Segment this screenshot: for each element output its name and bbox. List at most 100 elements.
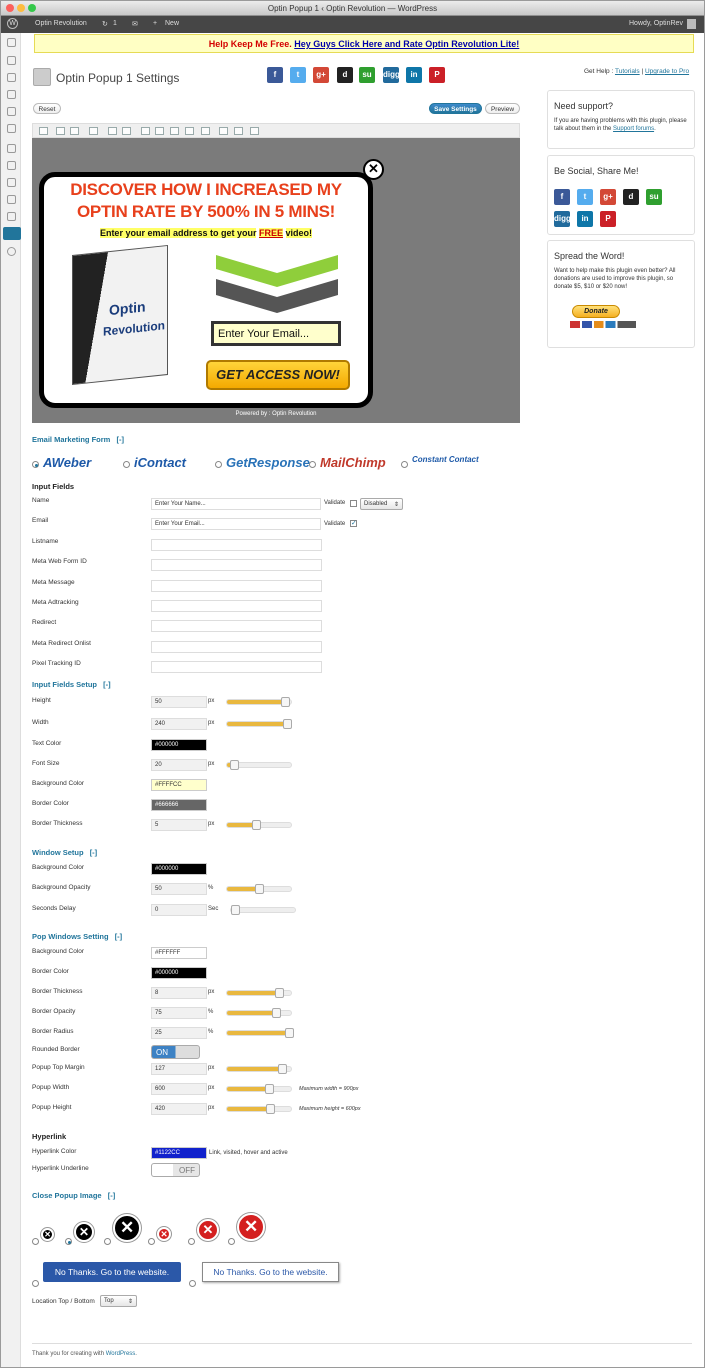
appearance-icon[interactable] [7, 144, 16, 153]
slider-handle[interactable] [266, 1104, 276, 1114]
field-input-0[interactable]: Enter Your Name... [151, 498, 321, 510]
field-input-4[interactable] [151, 579, 322, 592]
pwidth-slider[interactable] [226, 1084, 292, 1094]
border-thickness-input[interactable]: 5 [151, 819, 207, 831]
comments-menu-icon[interactable] [7, 124, 16, 133]
slider-handle[interactable] [278, 1064, 288, 1074]
redo-icon[interactable] [234, 127, 243, 135]
slider-handle[interactable] [281, 697, 291, 707]
width-input[interactable]: 240 [151, 718, 207, 730]
close-image-option-1-icon[interactable]: ✕ [74, 1222, 94, 1242]
google-plus-share-icon[interactable]: g+ [313, 67, 329, 83]
linkedin-sidebar-icon[interactable]: in [577, 211, 593, 227]
twitter-share-icon[interactable]: t [290, 67, 306, 83]
provider-radio-0[interactable] [32, 461, 39, 468]
nothanks-style-1-radio[interactable] [32, 1280, 39, 1287]
nothanks-style-1-button[interactable]: No Thanks. Go to the website. [43, 1262, 181, 1282]
window-setup-toggle[interactable]: [-] [90, 848, 98, 857]
slider-handle[interactable] [251, 820, 261, 830]
slider-handle[interactable] [229, 760, 239, 770]
pages-icon[interactable] [7, 107, 16, 116]
align-right-icon[interactable] [201, 127, 210, 135]
close-image-option-3-icon[interactable]: ✕ [157, 1227, 171, 1241]
donate-button[interactable]: Donate [572, 305, 620, 318]
border-color-input[interactable]: #666666 [151, 799, 207, 811]
field-input-1[interactable]: Enter Your Email... [151, 518, 321, 531]
settings-icon[interactable] [7, 212, 16, 221]
provider-logo-4[interactable]: Constant Contact [412, 455, 492, 464]
undo-icon[interactable] [219, 127, 228, 135]
close-image-radio-5[interactable] [228, 1238, 235, 1245]
email-marketing-toggle[interactable]: [-] [116, 435, 124, 444]
bring-front-icon[interactable] [56, 127, 65, 135]
close-image-option-0-icon[interactable]: ✕ [41, 1228, 54, 1241]
margin-input[interactable]: 127 [151, 1063, 207, 1075]
location-select[interactable]: Top ⇕ [100, 1295, 137, 1307]
provider-radio-3[interactable] [309, 461, 316, 468]
name-validate-checkbox[interactable] [350, 500, 357, 507]
win-delay-input[interactable]: 0 [151, 904, 207, 916]
align-center-icon[interactable] [155, 127, 164, 135]
slider-handle[interactable] [264, 1084, 274, 1094]
text-color-input[interactable]: #000000 [151, 739, 207, 751]
pinterest-sidebar-icon[interactable]: P [600, 211, 616, 227]
field-input-8[interactable] [151, 661, 322, 674]
close-image-radio-1[interactable] [65, 1238, 72, 1245]
posts-icon[interactable] [7, 56, 16, 65]
align-left-icon[interactable] [141, 127, 150, 135]
close-image-radio-0[interactable] [32, 1238, 39, 1245]
pheight-slider[interactable] [226, 1104, 292, 1114]
slider-handle[interactable] [271, 1008, 281, 1018]
arrow-graphic[interactable] [216, 255, 338, 315]
name-status-select[interactable]: Disabled ⇕ [360, 498, 403, 510]
slider-handle[interactable] [274, 988, 284, 998]
win-opacity-slider[interactable] [226, 884, 292, 894]
popup-headline-2[interactable]: OPTIN RATE BY 500% IN 5 MINS! [44, 202, 368, 222]
height-input[interactable]: 50 [151, 696, 207, 708]
popup-email-input[interactable]: Enter Your Email... [211, 321, 341, 346]
stumbleupon-share-icon[interactable]: su [359, 67, 375, 83]
provider-logo-1[interactable]: iContact [134, 455, 214, 470]
avatar[interactable] [687, 19, 696, 29]
field-input-5[interactable] [151, 600, 322, 612]
digg-share-icon[interactable]: digg [383, 67, 400, 83]
hyperlink-color-input[interactable]: #1122CC [151, 1147, 207, 1159]
input-fields-setup-toggle[interactable]: [-] [103, 680, 111, 689]
win-bg-input[interactable]: #000000 [151, 863, 207, 875]
distribute-v-icon[interactable] [122, 127, 131, 135]
rounded-border-toggle[interactable]: ON [151, 1045, 200, 1059]
provider-logo-0[interactable]: AWeber [43, 455, 123, 470]
slider-handle[interactable] [284, 1028, 294, 1038]
pheight-input[interactable]: 420 [151, 1103, 207, 1115]
support-forums-link[interactable]: Support forums [613, 126, 654, 132]
site-name-link[interactable]: Optin Revolution [35, 20, 87, 27]
twitter-sidebar-icon[interactable]: t [577, 189, 593, 205]
optin-revolution-menu-icon[interactable] [3, 227, 21, 240]
provider-radio-4[interactable] [401, 461, 408, 468]
rate-plugin-link[interactable]: Hey Guys Click Here and Rate Optin Revol… [294, 39, 519, 49]
align-tool-icon[interactable] [39, 127, 48, 135]
align-middle-icon[interactable] [185, 127, 194, 135]
plugins-icon[interactable] [7, 161, 16, 170]
updates-icon[interactable]: ↻ [102, 20, 108, 28]
image-tool-icon[interactable] [89, 127, 98, 135]
nothanks-style-2-radio[interactable] [189, 1280, 196, 1287]
bg-color-input[interactable]: #FFFFCC [151, 779, 207, 791]
close-image-radio-2[interactable] [104, 1238, 111, 1245]
send-back-icon[interactable] [70, 127, 79, 135]
google-plus-sidebar-icon[interactable]: g+ [600, 189, 616, 205]
pop-thick-slider[interactable] [226, 988, 292, 998]
tutorials-link[interactable]: Tutorials [615, 68, 640, 75]
close-image-option-2-icon[interactable]: ✕ [113, 1214, 141, 1242]
pwidth-input[interactable]: 600 [151, 1083, 207, 1095]
distribute-h-icon[interactable] [108, 127, 117, 135]
close-image-option-5-icon[interactable]: ✕ [237, 1213, 265, 1241]
delicious-share-icon[interactable]: d [337, 67, 353, 83]
font-size-slider[interactable] [226, 760, 292, 770]
product-box-image[interactable]: Optin Revolution [72, 244, 168, 386]
comments-icon[interactable]: ✉ [132, 20, 138, 28]
delicious-sidebar-icon[interactable]: d [623, 189, 639, 205]
pop-windows-toggle[interactable]: [-] [115, 932, 123, 941]
slider-handle[interactable] [231, 905, 240, 915]
width-slider[interactable] [226, 719, 292, 729]
